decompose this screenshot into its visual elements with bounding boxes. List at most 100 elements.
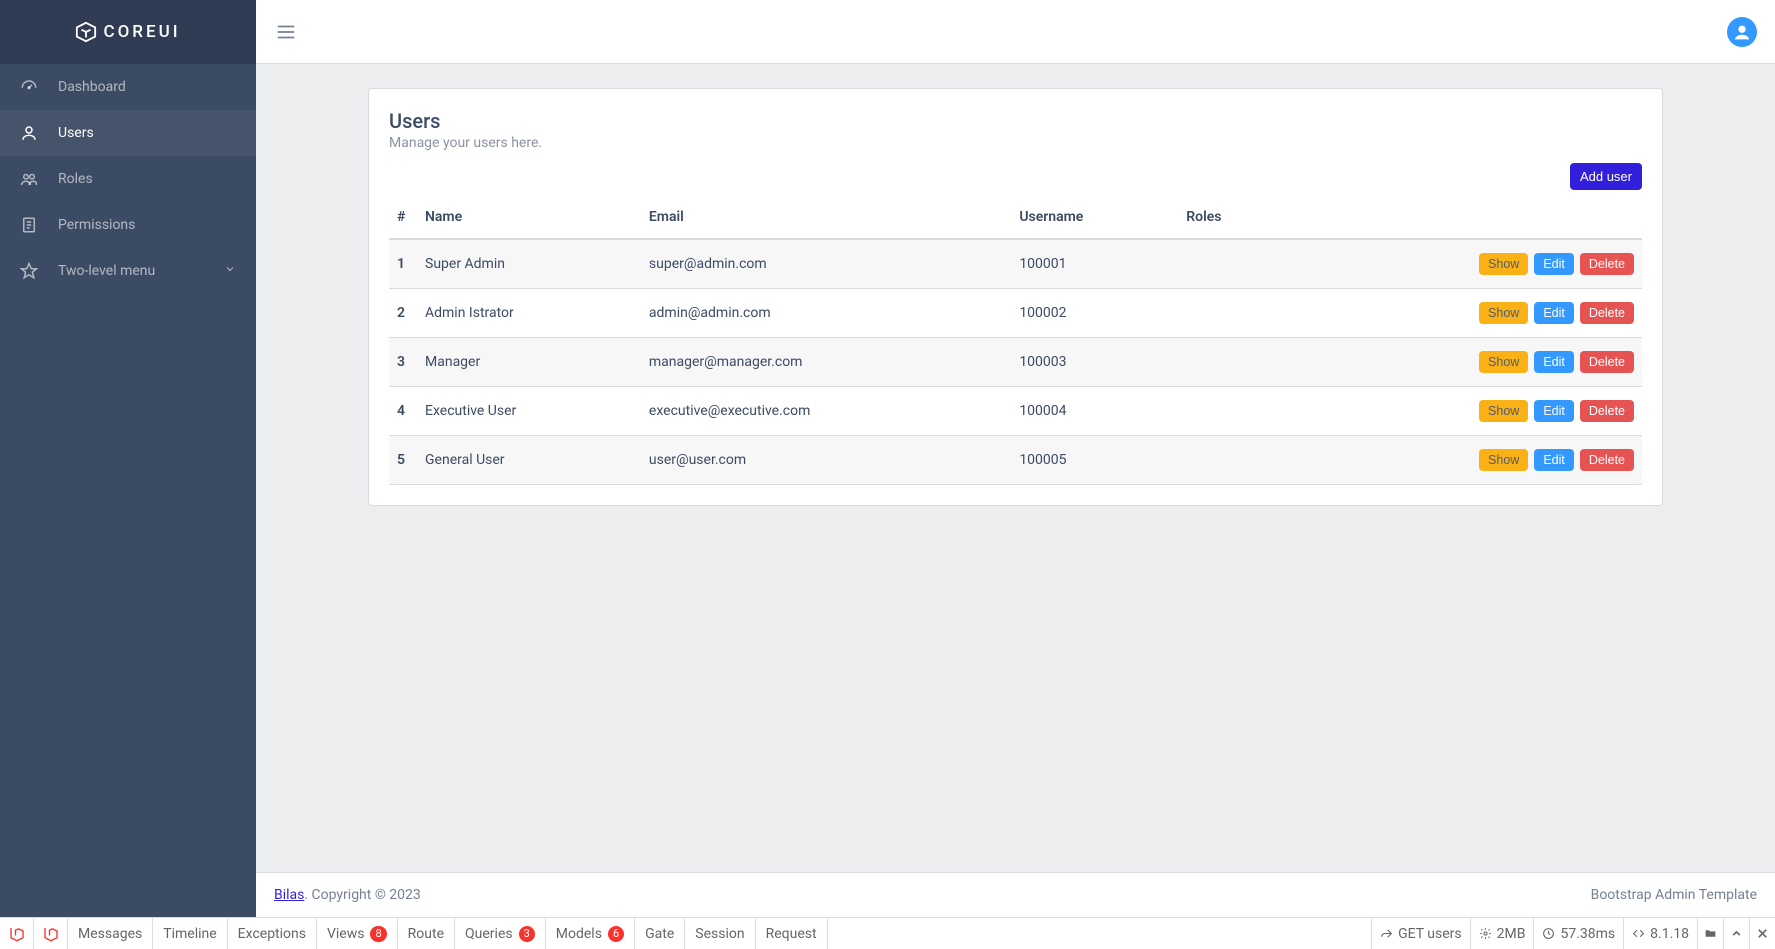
chevron-down-icon [224,263,236,279]
cell-roles [1178,289,1285,338]
sidebar-item-permissions[interactable]: Permissions [0,202,256,248]
debugbar-tab-session[interactable]: Session [685,918,755,949]
debugbar-tab-messages[interactable]: Messages [68,918,153,949]
page-title: Users [389,109,1642,133]
user-avatar[interactable] [1727,17,1757,47]
sidebar: COREUI Dashboard Users Roles [0,0,256,917]
sidebar-item-two-level-menu[interactable]: Two-level menu [0,248,256,294]
edit-button[interactable]: Edit [1534,400,1574,422]
table-row: 3Managermanager@manager.com100003 Show Edi… [389,338,1642,387]
delete-button[interactable]: Delete [1580,302,1634,324]
table-row: 2Admin Istratoradmin@admin.com100002Show… [389,289,1642,338]
cell-email: super@admin.com [641,239,1011,289]
debugbar-tab-request[interactable]: Request [756,918,828,949]
page-subtitle: Manage your users here. [389,135,1642,151]
cell-roles [1178,387,1285,436]
cell-username: 100003 [1011,338,1178,387]
table-row: 1Super Adminsuper@admin.com100001 Show Edi… [389,239,1642,289]
cell-roles [1178,436,1285,485]
delete-button[interactable]: Delete [1580,449,1634,471]
cell-email: user@user.com [641,436,1011,485]
show-button[interactable]: Show [1479,400,1528,422]
debugbar-tab-models[interactable]: Models6 [546,918,635,949]
col-username: Username [1011,196,1178,239]
cell-email: executive@executive.com [641,387,1011,436]
show-button[interactable]: Show [1479,351,1528,373]
debugbar-status-memory[interactable]: 2MB [1470,918,1534,949]
cell-num: 1 [389,239,417,289]
cell-num: 4 [389,387,417,436]
edit-button[interactable]: Edit [1534,351,1574,373]
sidebar-item-roles[interactable]: Roles [0,156,256,202]
cell-name: Executive User [417,387,641,436]
cell-num: 2 [389,289,417,338]
cell-username: 100005 [1011,436,1178,485]
users-card: Users Manage your users here. Add user #… [368,88,1663,506]
gear-icon [1479,927,1492,940]
debugbar-status-version[interactable]: 8.1.18 [1623,918,1697,949]
badge: 8 [370,926,386,942]
menu-toggle-button[interactable] [274,20,298,44]
clock-icon [1542,927,1555,940]
chevron-up-icon [1730,927,1743,940]
sidebar-item-dashboard[interactable]: Dashboard [0,64,256,110]
cell-name: Super Admin [417,239,641,289]
show-button[interactable]: Show [1479,253,1528,275]
footer: Bilas. Copyright © 2023 Bootstrap Admin … [256,872,1775,917]
debugbar-tab-queries[interactable]: Queries3 [455,918,546,949]
cell-actions: Show Edit Delete [1285,387,1642,436]
col-name: Name [417,196,641,239]
debugbar-tab-views[interactable]: Views8 [317,918,398,949]
debugbar-collapse-button[interactable] [1723,918,1749,949]
sidebar-item-label: Two-level menu [58,263,155,279]
delete-button[interactable]: Delete [1580,253,1634,275]
brand-text: COREUI [103,22,180,42]
debugbar-status-time[interactable]: 57.38ms [1533,918,1623,949]
debugbar-tab-timeline[interactable]: Timeline [153,918,227,949]
laravel-icon[interactable] [34,918,68,949]
cell-email: manager@manager.com [641,338,1011,387]
cell-name: Manager [417,338,641,387]
share-icon [1380,927,1393,940]
debugbar-status-request[interactable]: GET users [1371,918,1470,949]
menu-icon [275,21,297,43]
footer-copyright: . Copyright © 2023 [304,887,420,903]
debugbar-folder-button[interactable] [1697,918,1723,949]
show-button[interactable]: Show [1479,449,1528,471]
debugbar-tab-route[interactable]: Route [398,918,455,949]
notes-icon [20,216,38,234]
sidebar-item-label: Dashboard [58,79,126,95]
user-icon [20,124,38,142]
avatar-icon [1731,21,1753,43]
cell-roles [1178,239,1285,289]
cell-actions: Show Edit Delete [1285,239,1642,289]
table-header-row: # Name Email Username Roles [389,196,1642,239]
cell-username: 100002 [1011,289,1178,338]
cell-actions: Show Edit Delete [1285,289,1642,338]
cell-username: 100004 [1011,387,1178,436]
delete-button[interactable]: Delete [1580,351,1634,373]
sidebar-item-users[interactable]: Users [0,110,256,156]
footer-right: Bootstrap Admin Template [1591,887,1757,903]
brand[interactable]: COREUI [0,0,256,64]
header [256,0,1775,64]
delete-button[interactable]: Delete [1580,400,1634,422]
edit-button[interactable]: Edit [1534,449,1574,471]
cell-num: 3 [389,338,417,387]
footer-link[interactable]: Bilas [274,887,304,903]
debugbar-tab-exceptions[interactable]: Exceptions [228,918,317,949]
edit-button[interactable]: Edit [1534,253,1574,275]
cell-actions: Show Edit Delete [1285,338,1642,387]
debugbar-close-button[interactable] [1749,918,1775,949]
edit-button[interactable]: Edit [1534,302,1574,324]
table-row: 4Executive Userexecutive@executive.com10… [389,387,1642,436]
speedometer-icon [20,78,38,96]
debugbar-tab-gate[interactable]: Gate [635,918,685,949]
add-user-button[interactable]: Add user [1570,163,1642,190]
laravel-icon[interactable] [0,918,34,949]
col-roles: Roles [1178,196,1285,239]
badge: 6 [608,926,624,942]
cell-username: 100001 [1011,239,1178,289]
sidebar-item-label: Roles [58,171,93,187]
show-button[interactable]: Show [1479,302,1528,324]
